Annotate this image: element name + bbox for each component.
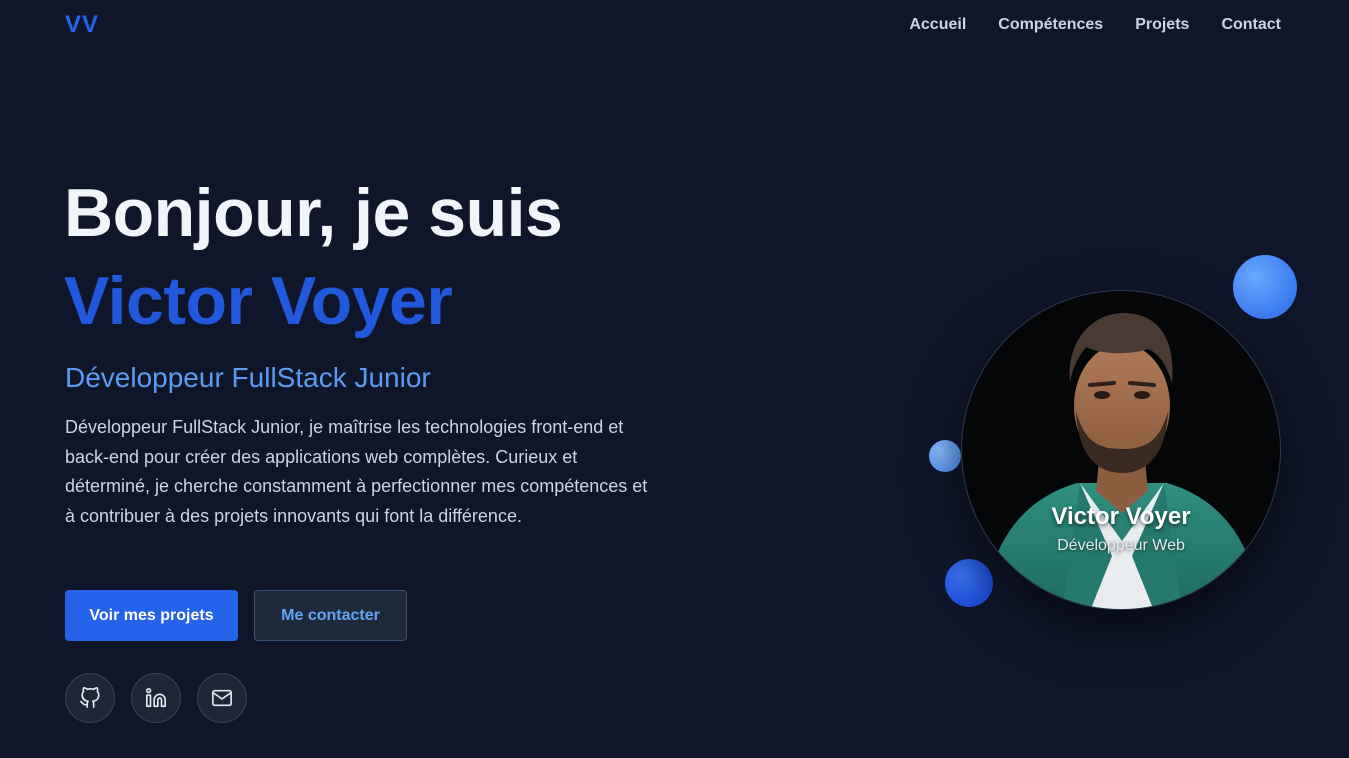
mail-icon	[212, 689, 232, 707]
avatar-portrait	[982, 313, 1262, 609]
portfolio-page: VV Accueil Compétences Projets Contact B…	[0, 0, 1349, 758]
hero-name: Victor Voyer	[64, 263, 453, 339]
email-link[interactable]	[197, 673, 247, 723]
linkedin-icon	[146, 688, 166, 708]
decor-bubble-small	[929, 440, 961, 472]
github-icon	[80, 687, 100, 708]
site-logo[interactable]: VV	[65, 11, 99, 39]
nav-item-projets[interactable]: Projets	[1135, 16, 1189, 34]
hero-description: Développeur FullStack Junior, je maîtris…	[65, 417, 648, 526]
hero-greeting: Bonjour, je suis	[64, 175, 563, 251]
view-projects-button[interactable]: Voir mes projets	[65, 590, 238, 641]
hero-title: Développeur FullStack Junior	[65, 362, 431, 393]
nav-item-contact[interactable]: Contact	[1221, 16, 1281, 34]
main-nav: Accueil Compétences Projets Contact	[909, 16, 1281, 34]
contact-me-button[interactable]: Me contacter	[254, 590, 407, 641]
linkedin-link[interactable]	[131, 673, 181, 723]
github-link[interactable]	[65, 673, 115, 723]
profile-name: Victor Voyer	[1051, 503, 1191, 530]
profile-role: Développeur Web	[1057, 537, 1185, 554]
nav-item-competences[interactable]: Compétences	[998, 16, 1103, 34]
profile-avatar: Victor Voyer Développeur Web	[961, 290, 1281, 610]
nav-item-accueil[interactable]: Accueil	[909, 16, 966, 34]
